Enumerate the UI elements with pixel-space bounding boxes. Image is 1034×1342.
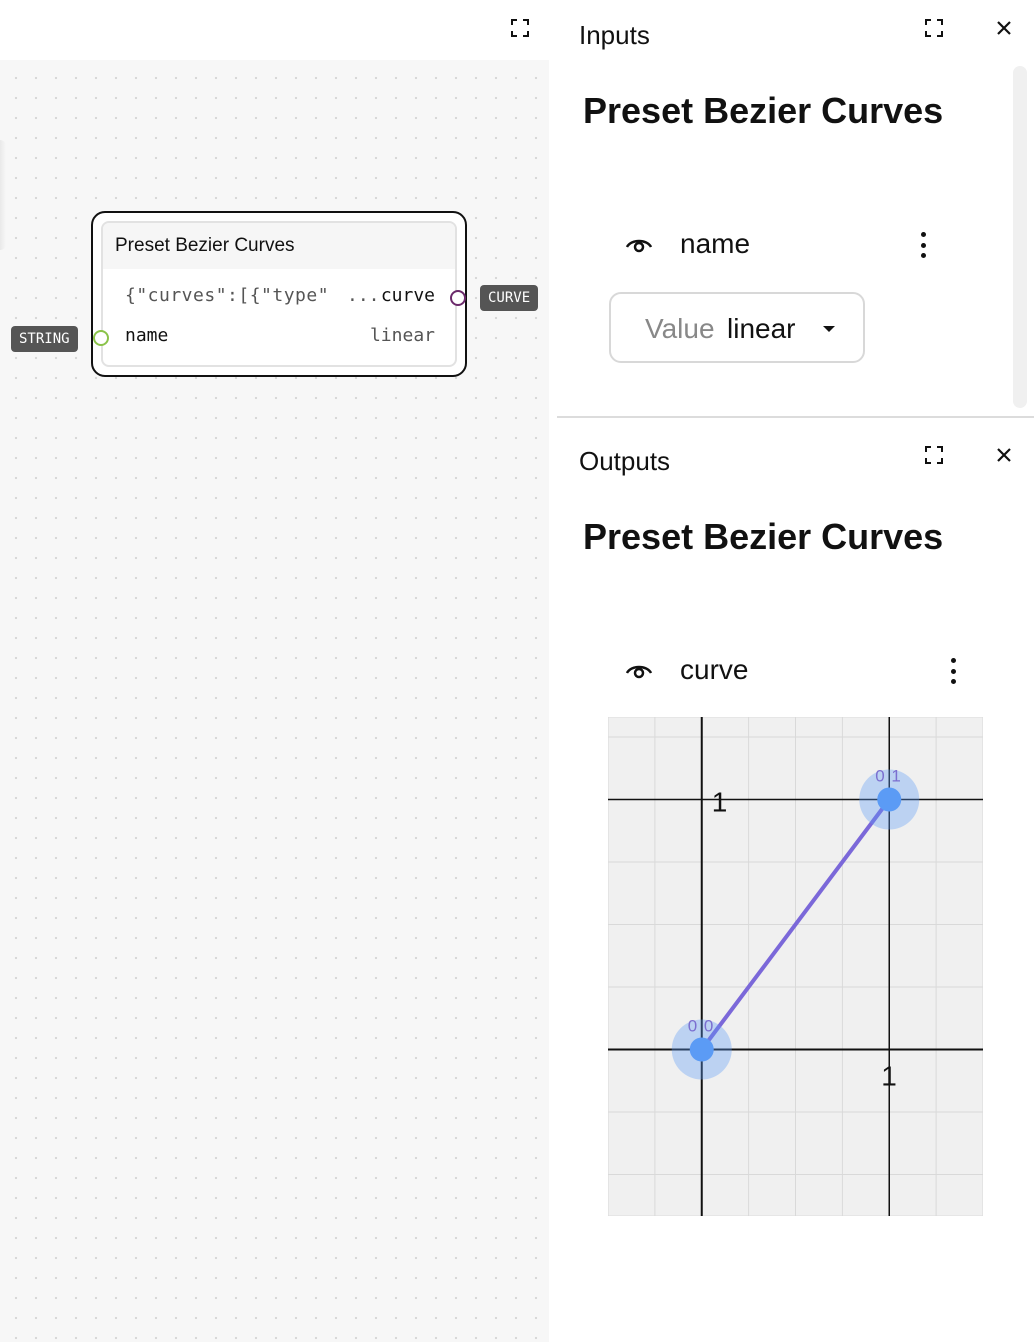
value-select-label: Value: [645, 313, 715, 344]
param-label-curve: curve: [680, 654, 749, 685]
preset-bezier-curves-node[interactable]: Preset Bezier Curves {"curves":[{"type" …: [91, 211, 467, 377]
more-vertical-icon[interactable]: [913, 228, 933, 262]
name-input-port[interactable]: [93, 330, 109, 346]
node-body: Preset Bezier Curves {"curves":[{"type" …: [101, 221, 457, 367]
close-icon[interactable]: [992, 16, 1016, 40]
value-select[interactable]: Value linear: [609, 292, 865, 363]
close-icon[interactable]: [992, 443, 1016, 467]
output-preview: {"curves":[{"type": [125, 285, 330, 306]
y-tick-label: 1: [712, 787, 728, 818]
input-label: name: [125, 325, 169, 346]
outputs-panel-header: Outputs: [579, 446, 671, 476]
input-value: linear: [369, 325, 435, 346]
x-tick-label: 1: [881, 1061, 897, 1092]
param-label-name: name: [680, 228, 751, 259]
curve-editor-chart[interactable]: 1 1 0 0 0 1: [608, 717, 983, 1216]
value-select-value: linear: [727, 313, 796, 344]
control-point-label: 0 1: [875, 767, 902, 786]
canvas-toolbar: [0, 0, 549, 60]
node-output-row: {"curves":[{"type" ... curve: [103, 285, 455, 315]
canvas-edge-handle: [0, 140, 6, 250]
more-vertical-icon[interactable]: [943, 654, 963, 688]
inputs-scrollbar[interactable]: [1013, 66, 1027, 408]
fullscreen-icon[interactable]: [922, 443, 946, 467]
control-point-handle[interactable]: [877, 787, 902, 812]
inputs-panel-header: Inputs: [579, 20, 650, 50]
eye-icon[interactable]: [625, 233, 653, 257]
node-title: Preset Bezier Curves: [103, 223, 455, 269]
string-type-badge: STRING: [11, 326, 78, 352]
output-ellipsis: ...: [347, 285, 380, 306]
fullscreen-icon[interactable]: [508, 16, 532, 40]
output-label: curve: [380, 285, 435, 306]
caret-down-icon: [823, 326, 835, 332]
inputs-panel: Inputs Preset Bezier Curves name Value l…: [557, 0, 1034, 416]
outputs-panel-heading: Preset Bezier Curves: [583, 516, 944, 557]
control-point-handle[interactable]: [689, 1037, 714, 1062]
control-point-label: 0 0: [688, 1017, 715, 1036]
curve-type-badge: CURVE: [480, 285, 539, 311]
curve-output-port[interactable]: [450, 290, 466, 306]
eye-icon[interactable]: [625, 659, 653, 683]
inputs-panel-heading: Preset Bezier Curves: [583, 90, 944, 131]
fullscreen-icon[interactable]: [922, 16, 946, 40]
node-input-row: name linear: [103, 325, 455, 355]
